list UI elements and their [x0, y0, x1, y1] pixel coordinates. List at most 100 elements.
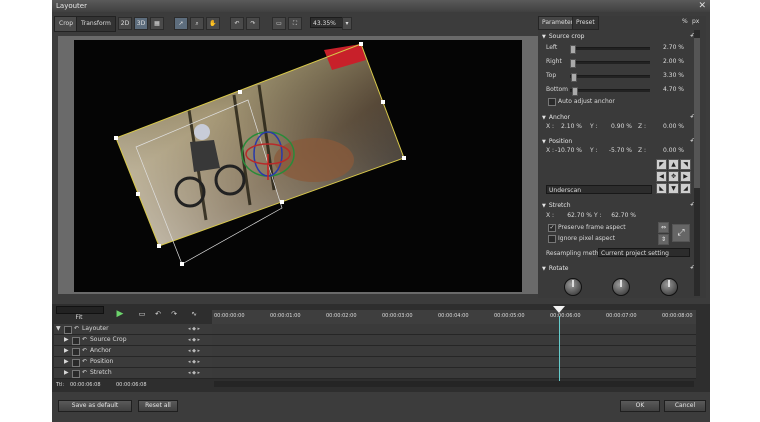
cancel-button[interactable]: Cancel [664, 400, 706, 412]
collapse-triangle-icon[interactable]: ▼ [542, 203, 546, 209]
keyframe-nav-icon[interactable]: ◂ ◆ ▸ [188, 324, 200, 334]
track-position[interactable]: ▶ ↶ Position ◂ ◆ ▸ [54, 357, 212, 368]
undo-icon[interactable]: ↶ [152, 309, 164, 319]
slider-thumb[interactable] [572, 87, 578, 96]
align-left-icon[interactable]: ◀ [656, 171, 667, 182]
align-top-left-icon[interactable]: ◤ [656, 159, 667, 170]
stretch-y-value[interactable]: 62.70 % [602, 212, 636, 219]
expand-triangle-icon[interactable]: ▼ [56, 324, 61, 334]
reset-icon[interactable]: ↶ [82, 335, 87, 345]
timeline-zoom-slider[interactable] [56, 306, 104, 314]
align-bottom-right-icon[interactable]: ◢ [680, 183, 691, 194]
keyframe-nav-icon[interactable]: ◂ ◆ ▸ [188, 357, 200, 367]
auto-adjust-checkbox[interactable] [548, 98, 556, 106]
crop-top-slider[interactable] [570, 73, 650, 82]
track-checkbox[interactable] [72, 348, 80, 356]
ok-button[interactable]: OK [620, 400, 660, 412]
align-bottom-left-icon[interactable]: ◣ [656, 183, 667, 194]
crop-right-slider[interactable] [570, 59, 650, 68]
anchor-y-value[interactable]: 0.90 % [604, 123, 632, 130]
align-right-icon[interactable]: ▶ [680, 171, 691, 182]
resampling-select[interactable]: Current project setting [598, 248, 690, 257]
transformed-clip[interactable] [74, 40, 522, 292]
unit-percent-toggle[interactable]: % [682, 18, 688, 25]
collapse-triangle-icon[interactable]: ▼ [542, 266, 546, 272]
track-lane[interactable] [212, 335, 696, 346]
track-lane[interactable] [212, 368, 696, 379]
collapse-triangle-icon[interactable]: ▼ [542, 34, 546, 40]
collapse-triangle-icon[interactable]: ▼ [542, 115, 546, 121]
align-top-icon[interactable]: ▲ [668, 159, 679, 170]
keyframe-nav-icon[interactable]: ◂ ◆ ▸ [188, 346, 200, 356]
slider-thumb[interactable] [571, 73, 577, 82]
position-y-value[interactable]: -5.70 % [604, 147, 632, 154]
stretch-x-value[interactable]: 62.70 % [554, 212, 592, 219]
save-as-default-button[interactable]: Save as default [58, 400, 132, 412]
crop-left-value[interactable]: 2.70 % [656, 44, 684, 51]
time-ruler[interactable]: 00:00:00:00 00:00:01:00 00:00:02:00 00:0… [212, 310, 696, 325]
slider-thumb[interactable] [570, 59, 576, 68]
section-position[interactable]: ▼ Position [542, 138, 572, 145]
select-arrow-icon[interactable]: ➚ [174, 17, 188, 30]
fit-window-icon[interactable]: ⛶ [288, 17, 302, 30]
track-checkbox[interactable] [72, 370, 80, 378]
chevron-down-icon[interactable]: ▾ [342, 17, 352, 30]
mode-3d-button[interactable]: 3D [134, 17, 148, 30]
reset-all-button[interactable]: Reset all [138, 400, 178, 412]
undo-icon[interactable]: ↶ [230, 17, 244, 30]
crop-top-value[interactable]: 3.30 % [656, 72, 684, 79]
crop-left-slider[interactable] [570, 45, 650, 54]
unit-px-toggle[interactable]: px [692, 18, 699, 25]
align-bottom-icon[interactable]: ▼ [668, 183, 679, 194]
expand-triangle-icon[interactable]: ▶ [64, 346, 69, 356]
section-source-crop[interactable]: ▼ Source crop [542, 33, 585, 40]
expand-triangle-icon[interactable]: ▶ [64, 335, 69, 345]
curve-icon[interactable]: ∿ [188, 309, 200, 319]
timeline-hscrollbar[interactable] [214, 381, 694, 387]
fit-button[interactable]: Fit [56, 314, 102, 322]
preview-area[interactable] [58, 36, 538, 294]
redo-icon[interactable]: ↷ [246, 17, 260, 30]
swap-horizontal-icon[interactable]: ⇔ [658, 222, 669, 233]
preserve-aspect-checkbox[interactable]: ✓ [548, 224, 556, 232]
slider-thumb[interactable] [570, 45, 576, 54]
section-stretch[interactable]: ▼ Stretch [542, 202, 571, 209]
track-checkbox[interactable] [64, 326, 72, 334]
position-z-value[interactable]: 0.00 % [656, 147, 684, 154]
underscan-select[interactable]: Underscan [546, 185, 652, 194]
ignore-pixel-aspect-checkbox[interactable] [548, 235, 556, 243]
crop-bottom-slider[interactable] [570, 87, 650, 96]
reset-icon[interactable]: ↶ [74, 324, 79, 334]
grid-icon[interactable]: ▦ [150, 17, 164, 30]
align-center-icon[interactable]: ✥ [668, 171, 679, 182]
crop-right-value[interactable]: 2.00 % [656, 58, 684, 65]
track-source-crop[interactable]: ▶ ↶ Source Crop ◂ ◆ ▸ [54, 335, 212, 346]
position-x-value[interactable]: -10.70 % [554, 147, 582, 154]
tab-crop[interactable]: Crop [54, 16, 79, 32]
track-checkbox[interactable] [72, 337, 80, 345]
swap-vertical-icon[interactable]: ⇕ [658, 234, 669, 245]
track-stretch[interactable]: ▶ ↶ Stretch ◂ ◆ ▸ [54, 368, 212, 379]
monitor-icon[interactable]: ▭ [136, 309, 148, 319]
track-checkbox[interactable] [72, 359, 80, 367]
section-rotate[interactable]: ▼ Rotate [542, 265, 569, 272]
track-layouter[interactable]: ▼ ↶ Layouter ◂ ◆ ▸ [54, 324, 212, 335]
hand-icon[interactable]: ✋ [206, 17, 220, 30]
zoom-icon[interactable]: ⌕ [190, 17, 204, 30]
align-top-right-icon[interactable]: ◥ [680, 159, 691, 170]
track-lane[interactable] [212, 346, 696, 357]
fit-frame-icon[interactable]: ⤢ [672, 224, 690, 242]
keyframe-nav-icon[interactable]: ◂ ◆ ▸ [188, 368, 200, 378]
play-icon[interactable]: ▶ [114, 309, 126, 319]
expand-triangle-icon[interactable]: ▶ [64, 368, 69, 378]
redo-icon[interactable]: ↷ [168, 309, 180, 319]
track-lane[interactable] [212, 324, 696, 335]
reset-icon[interactable]: ↶ [82, 346, 87, 356]
tab-transform[interactable]: Transform [76, 16, 116, 32]
track-anchor[interactable]: ▶ ↶ Anchor ◂ ◆ ▸ [54, 346, 212, 357]
tab-preset[interactable]: Preset [572, 16, 599, 30]
panel-scrollbar[interactable] [694, 30, 700, 296]
rotate-x-knob[interactable] [564, 278, 582, 296]
keyframe-nav-icon[interactable]: ◂ ◆ ▸ [188, 335, 200, 345]
scrollbar-thumb[interactable] [694, 38, 700, 188]
